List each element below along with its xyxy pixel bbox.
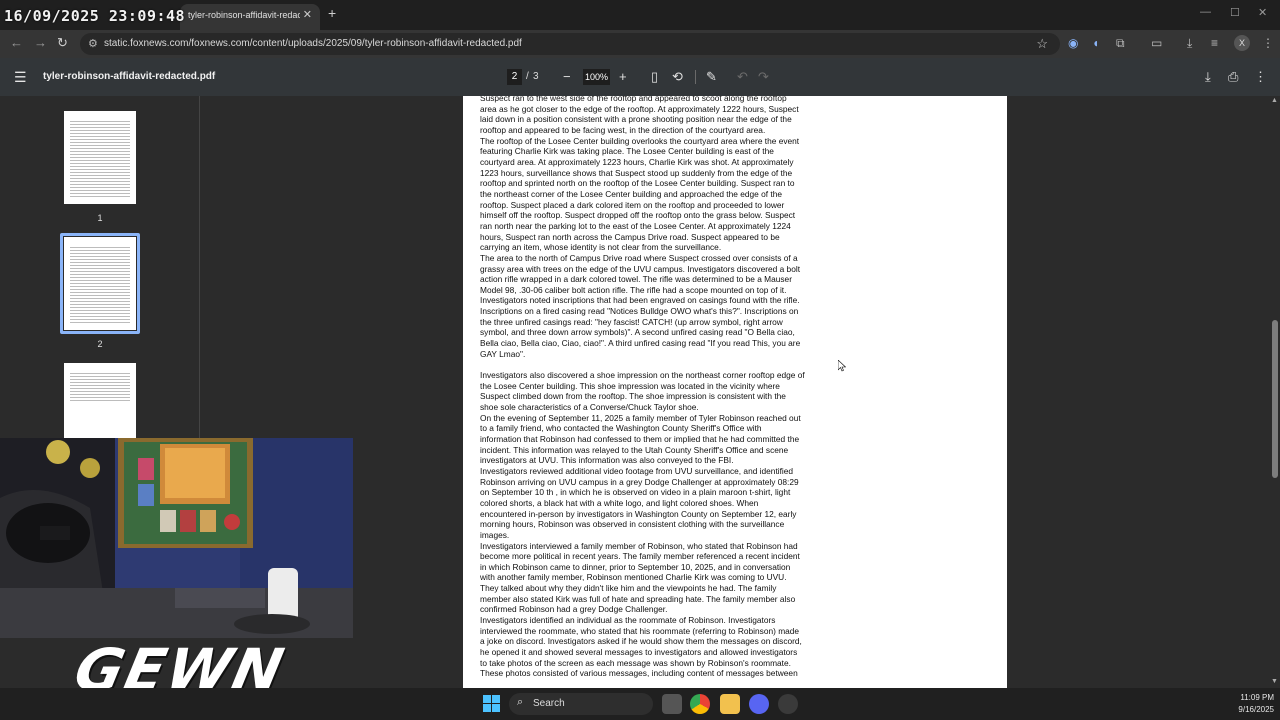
reading-list-icon[interactable]: ≡ (1211, 36, 1218, 50)
pdf-toolbar: ☰ tyler-robinson-affidavit-redacted.pdf … (0, 58, 1280, 96)
pdf-viewer[interactable]: Suspect ran to the west side of the roof… (201, 96, 1270, 688)
discord-icon[interactable] (749, 694, 769, 714)
page-paragraph: Investigators interviewed a family membe… (480, 540, 800, 615)
scrollbar-thumb[interactable] (1272, 320, 1278, 478)
browser-menu-icon[interactable]: ⋮ (1262, 36, 1274, 50)
hamburger-icon[interactable]: ☰ (14, 69, 27, 86)
taskbar: ⌕ Search 11:09 PM 9/16/2025 (0, 688, 1280, 720)
page-thumbnail-1[interactable] (64, 111, 136, 204)
scroll-up-icon[interactable]: ▲ (1271, 97, 1278, 104)
scroll-down-icon[interactable]: ▼ (1271, 678, 1278, 685)
bookmark-star-icon[interactable]: ☆ (1036, 36, 1048, 52)
rotate-icon[interactable]: ⟲ (672, 69, 683, 85)
windows-start-icon[interactable] (483, 695, 500, 712)
cast-icon[interactable]: ▭ (1151, 36, 1162, 50)
maximize-icon[interactable]: ☐ (1230, 6, 1240, 19)
site-info-icon[interactable]: ⚙ (88, 37, 98, 50)
toolbar-divider (695, 70, 696, 84)
undo-icon[interactable]: ↶ (737, 69, 748, 85)
close-window-icon[interactable]: ✕ (1258, 6, 1267, 19)
page-paragraph: Suspect ran to the west side of the roof… (480, 96, 799, 135)
omnibox[interactable]: ⚙ static.foxnews.com/foxnews.com/content… (80, 33, 1060, 55)
new-tab-button[interactable]: + (328, 5, 336, 21)
address-bar-row: ← → ↻ ⚙ static.foxnews.com/foxnews.com/c… (0, 30, 1280, 58)
page-separator: / (526, 71, 529, 82)
taskbar-search[interactable]: ⌕ Search (509, 693, 653, 715)
chrome-icon[interactable] (690, 694, 710, 714)
thumbnail-label-1: 1 (97, 213, 103, 223)
stream-timestamp-overlay: 16/09/2025 23:09:48 (4, 7, 186, 25)
print-icon[interactable]: ⎙ (1228, 69, 1238, 85)
channel-logo-area: GEWN (0, 636, 353, 704)
read-aloud-icon[interactable]: ◖ (1092, 36, 1099, 50)
mouse-cursor-icon (838, 360, 846, 372)
tab-close-icon[interactable]: ✕ (303, 8, 312, 21)
page-text-body: Suspect ran to the west side of the roof… (480, 96, 832, 679)
more-vert-icon[interactable]: ⋮ (1254, 69, 1267, 85)
download-icon[interactable]: ⤓ (1205, 69, 1211, 85)
redo-icon[interactable]: ↷ (758, 69, 769, 85)
extensions-puzzle-icon[interactable]: ⧉ (1116, 36, 1125, 51)
fit-page-icon[interactable]: ▯ (651, 69, 658, 85)
page-total: 3 (533, 71, 539, 82)
zoom-level-input[interactable]: 100% (583, 69, 610, 85)
back-arrow-icon[interactable]: ← (10, 35, 23, 50)
webcam-feed-image (0, 438, 353, 638)
url-text[interactable]: static.foxnews.com/foxnews.com/content/u… (104, 38, 522, 49)
reload-icon[interactable]: ↻ (57, 35, 68, 51)
page-paragraph: On the evening of September 11, 2025 a f… (480, 412, 801, 466)
task-view-icon[interactable] (662, 694, 682, 714)
tray-date[interactable]: 9/16/2025 (1222, 705, 1274, 714)
minimize-icon[interactable]: — (1200, 6, 1211, 18)
page-paragraph: Investigators also discovered a shoe imp… (480, 370, 805, 412)
page-paragraph: Investigators identified an individual a… (480, 615, 802, 679)
search-icon: ⌕ (517, 696, 524, 708)
tab-strip: 16/09/2025 23:09:48 tyler-robinson-affid… (0, 0, 1280, 30)
page-thumbnail-3[interactable] (64, 363, 136, 443)
profile-avatar[interactable]: X (1234, 35, 1250, 51)
zoom-in-button[interactable]: + (619, 69, 627, 84)
page-paragraph: Investigators reviewed additional video … (480, 465, 799, 540)
page-paragraph: The rooftop of the Losee Center building… (480, 135, 800, 253)
page-thumbnail-2[interactable] (64, 237, 136, 330)
page-number-input[interactable]: 2 (507, 69, 522, 85)
forward-arrow-icon[interactable]: → (34, 35, 47, 50)
viewer-scrollbar[interactable]: ▲ ▼ (1270, 96, 1280, 688)
thumbnail-label-2: 2 (97, 339, 103, 349)
extension-icon[interactable]: ◉ (1068, 36, 1078, 50)
tab-title: tyler-robinson-affidavit-redacted (188, 10, 300, 20)
webcam-overlay (0, 438, 353, 638)
browser-tab-active[interactable]: tyler-robinson-affidavit-redacted ✕ (180, 4, 320, 30)
pdf-page-2: Suspect ran to the west side of the roof… (463, 96, 1007, 688)
file-explorer-icon[interactable] (720, 694, 740, 714)
zoom-out-button[interactable]: − (563, 69, 571, 84)
search-label: Search (533, 698, 565, 709)
page-paragraph: The area to the north of Campus Drive ro… (480, 252, 801, 359)
app-icon[interactable] (778, 694, 798, 714)
tray-time[interactable]: 11:09 PM (1222, 693, 1274, 702)
document-title: tyler-robinson-affidavit-redacted.pdf (43, 71, 216, 82)
downloads-icon[interactable]: ⤓ (1187, 36, 1192, 51)
annotate-pen-icon[interactable]: ✎ (706, 69, 717, 85)
